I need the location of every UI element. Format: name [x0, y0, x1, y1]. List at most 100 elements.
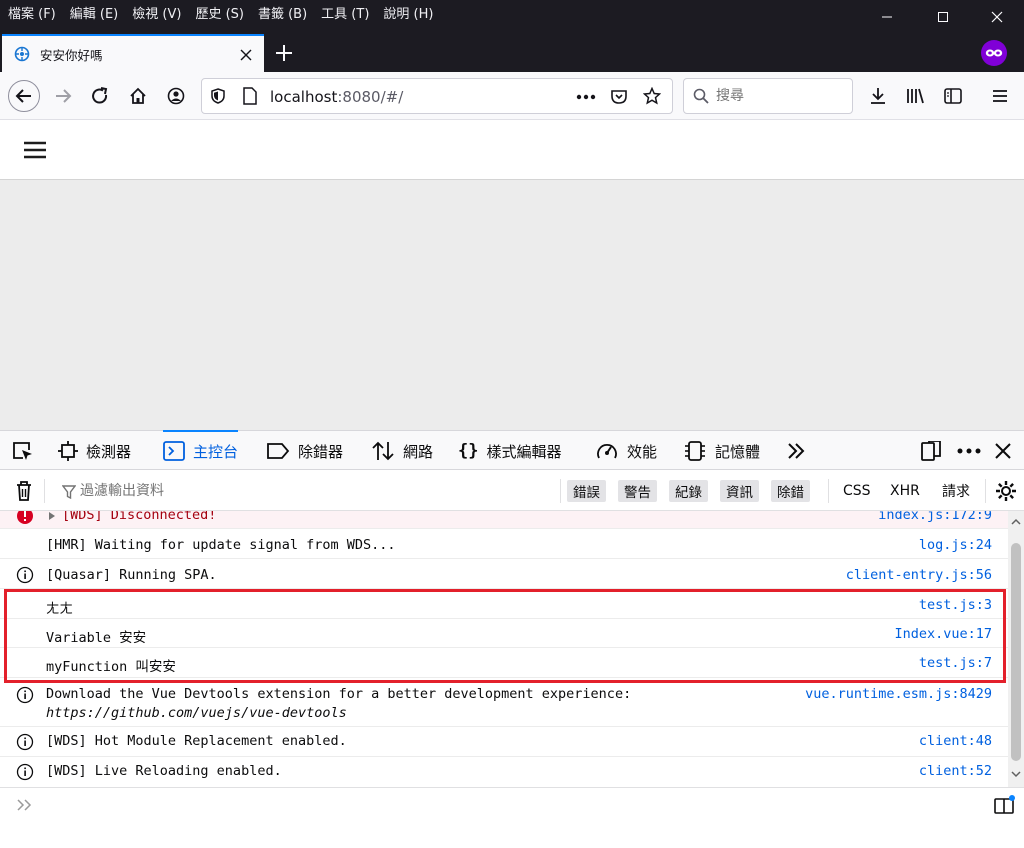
account-icon	[167, 87, 185, 105]
console-message-link[interactable]: https://github.com/vuejs/vue-devtools	[46, 705, 347, 721]
devtools-options-button[interactable]	[957, 431, 989, 471]
gear-icon[interactable]	[995, 480, 1017, 502]
inspector-icon	[58, 441, 78, 461]
url-path: :8080/#/	[337, 88, 404, 106]
menu-view[interactable]: 檢視 (V)	[132, 3, 181, 22]
info-icon	[16, 566, 34, 584]
style-editor-icon: {}	[458, 441, 479, 461]
home-icon	[130, 87, 146, 104]
account-button[interactable]	[160, 80, 192, 112]
memory-icon	[685, 441, 705, 461]
menu-icon[interactable]	[23, 140, 47, 160]
tab-label: 記憶體	[715, 442, 761, 461]
tab-label: 樣式編輯器	[486, 442, 562, 461]
menu-bookmarks[interactable]: 書籤 (B)	[258, 3, 307, 22]
console-filter-input[interactable]	[80, 480, 540, 502]
console-filter-bar: 錯誤 警告 紀錄 資訊 除錯 CSS XHR 請求	[0, 471, 1024, 511]
console-message: [WDS] Hot Module Replacement enabled.	[46, 733, 347, 749]
expand-arrow-icon[interactable]	[47, 511, 57, 521]
filter-warnings-button[interactable]: 警告	[618, 480, 657, 502]
new-tab-icon[interactable]	[275, 44, 293, 62]
page-actions-icon[interactable]	[576, 94, 596, 100]
home-button[interactable]	[122, 80, 154, 112]
reload-button[interactable]	[84, 80, 116, 112]
info-icon	[16, 733, 34, 751]
console-input-area[interactable]	[0, 787, 1024, 848]
divider	[828, 479, 829, 503]
close-window-button[interactable]	[972, 0, 1022, 34]
editor-mode-icon[interactable]	[994, 795, 1016, 815]
nav-bar: localhost:8080/#/	[0, 72, 1024, 120]
menu-edit[interactable]: 編輯 (E)	[70, 3, 119, 22]
library-button[interactable]	[899, 80, 931, 112]
console-row-info[interactable]: Download the Vue Devtools extension for …	[0, 683, 1008, 727]
console-row-info[interactable]: [WDS] Hot Module Replacement enabled. cl…	[0, 727, 1008, 757]
download-icon	[871, 88, 885, 104]
dock-button[interactable]	[920, 431, 950, 471]
library-icon	[907, 88, 924, 104]
close-tab-icon[interactable]	[240, 49, 252, 61]
filter-errors-button[interactable]: 錯誤	[567, 480, 606, 502]
console-source-link[interactable]: client:52	[919, 763, 992, 779]
menu-help[interactable]: 說明 (H)	[383, 3, 433, 22]
console-row-info[interactable]: [WDS] Live Reloading enabled. client:52	[0, 757, 1008, 787]
tab-debugger[interactable]: 除錯器	[266, 431, 343, 471]
filter-css-button[interactable]: CSS	[843, 480, 871, 502]
tab-title: 安安你好嗎	[40, 47, 103, 63]
highlight-annotation	[4, 589, 1006, 683]
filter-requests-button[interactable]: 請求	[942, 480, 970, 502]
filter-debug-button[interactable]: 除錯	[771, 480, 810, 502]
filter-xhr-button[interactable]: XHR	[890, 480, 920, 502]
filter-logs-button[interactable]: 紀錄	[669, 480, 708, 502]
tracking-protection-icon[interactable]	[210, 88, 226, 104]
console-source-link[interactable]: client:48	[919, 733, 992, 749]
console-source-link[interactable]: index.js:172:9	[878, 511, 992, 523]
filter-info-button[interactable]: 資訊	[720, 480, 759, 502]
trash-icon[interactable]	[15, 480, 33, 502]
search-input[interactable]	[716, 85, 846, 107]
tab-memory[interactable]: 記憶體	[683, 431, 760, 471]
console-source-link[interactable]: client-entry.js:56	[846, 567, 992, 583]
tab-console[interactable]: 主控台	[163, 430, 239, 470]
menu-file[interactable]: 檔案 (F)	[8, 3, 56, 22]
divider	[44, 479, 45, 503]
sidebar-button[interactable]	[937, 80, 969, 112]
app-header	[0, 121, 1024, 180]
scroll-up-icon[interactable]	[1008, 515, 1024, 529]
forward-button[interactable]	[47, 80, 79, 112]
console-row-log[interactable]: [HMR] Waiting for update signal from WDS…	[0, 529, 1008, 559]
close-devtools-button[interactable]	[995, 431, 1019, 471]
element-picker-icon	[13, 442, 32, 460]
maximize-button[interactable]	[918, 0, 968, 34]
downloads-button[interactable]	[862, 80, 894, 112]
more-tools-button[interactable]	[786, 431, 814, 471]
url-bar[interactable]: localhost:8080/#/	[201, 78, 673, 114]
menu-history[interactable]: 歷史 (S)	[195, 3, 244, 22]
scroll-down-icon[interactable]	[1008, 767, 1024, 781]
browser-tab[interactable]: 安安你好嗎	[2, 34, 264, 72]
tab-inspector[interactable]: 檢測器	[58, 431, 131, 471]
console-icon	[163, 441, 185, 461]
console-row-error[interactable]: [WDS] Disconnected! index.js:172:9	[0, 511, 1008, 529]
tab-style-editor[interactable]: {} 樣式編輯器	[458, 431, 562, 471]
console-row-info[interactable]: [Quasar] Running SPA. client-entry.js:56	[0, 559, 1008, 589]
scrollbar-thumb[interactable]	[1011, 543, 1021, 761]
tab-network[interactable]: 網路	[371, 431, 433, 471]
search-bar[interactable]	[683, 78, 853, 114]
pocket-icon[interactable]	[610, 88, 628, 106]
console-message: [HMR] Waiting for update signal from WDS…	[46, 537, 396, 553]
tab-performance[interactable]: 效能	[595, 431, 657, 471]
minimize-icon	[882, 16, 892, 18]
console-source-link[interactable]: vue.runtime.esm.js:8429	[805, 686, 992, 702]
console-scrollbar[interactable]	[1008, 511, 1024, 787]
network-icon	[372, 441, 394, 461]
console-source-link[interactable]: log.js:24	[919, 537, 992, 553]
bookmark-star-icon[interactable]	[643, 87, 661, 105]
back-button[interactable]	[8, 80, 40, 112]
minimize-button[interactable]	[862, 0, 912, 34]
page-info-icon[interactable]	[242, 87, 258, 105]
app-menu-button[interactable]	[984, 80, 1016, 112]
url-text: localhost:8080/#/	[270, 88, 403, 106]
element-picker-button[interactable]	[12, 431, 42, 471]
menu-tools[interactable]: 工具 (T)	[321, 3, 369, 22]
